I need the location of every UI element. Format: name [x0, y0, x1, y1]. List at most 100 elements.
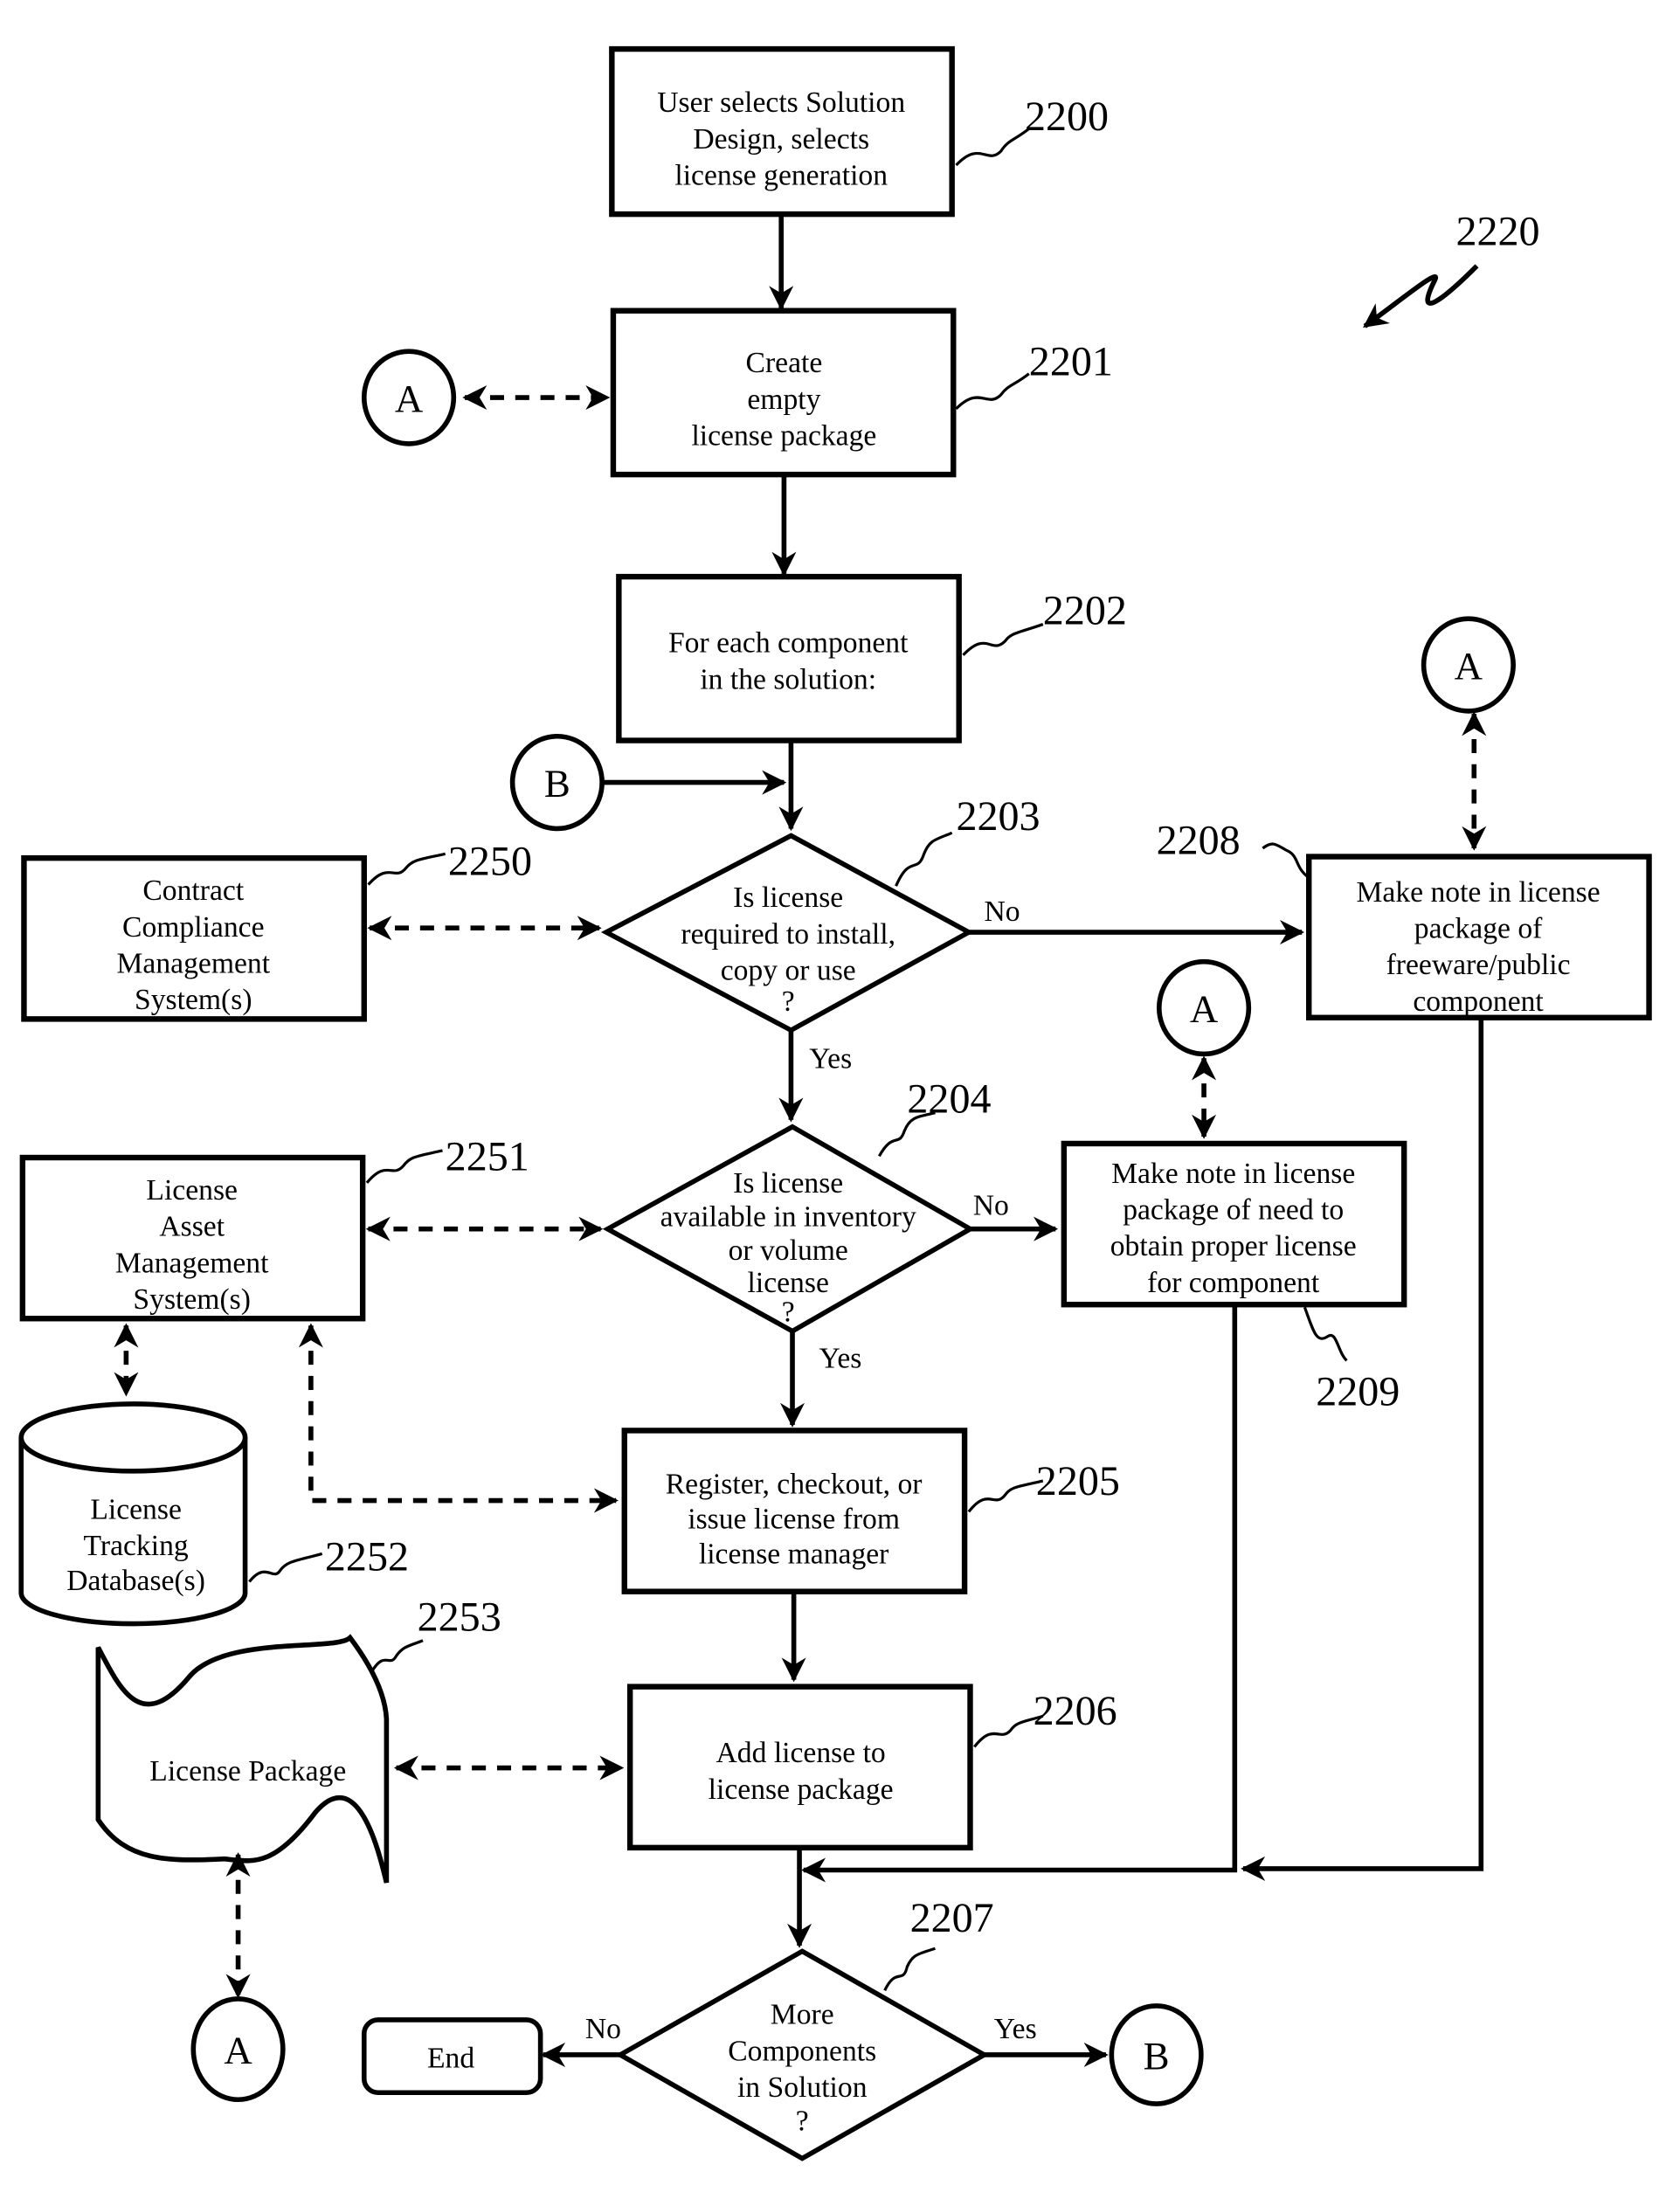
ref-2205: 2205: [1036, 1458, 1120, 1504]
ref-2252: 2252: [325, 1534, 409, 1580]
svg-text:for component: for component: [1147, 1267, 1320, 1299]
svg-text:component: component: [1413, 985, 1544, 1018]
svg-text:A: A: [395, 377, 424, 420]
svg-text:Make note in license: Make note in license: [1111, 1158, 1355, 1190]
svg-text:Management: Management: [117, 948, 271, 980]
svg-text:?: ?: [782, 1296, 795, 1328]
node-2207: More Components in Solution ?: [615, 1948, 990, 2161]
svg-text:Tracking: Tracking: [84, 1530, 189, 1562]
node-2208: Make note in license package of freeware…: [1306, 854, 1652, 1020]
svg-text:A: A: [1190, 987, 1219, 1031]
connector-a-top-right: A: [1421, 616, 1516, 714]
connector-a-top-left: A: [361, 349, 457, 446]
node-2209: Make note in license package of need to …: [1061, 1140, 1407, 1308]
svg-text:License: License: [146, 1174, 238, 1207]
edge-label-yes-2207: Yes: [994, 2013, 1037, 2045]
node-2205: Register, checkout, or issue license fro…: [621, 1428, 968, 1594]
ref-2206: 2206: [1034, 1688, 1117, 1734]
svg-text:Make note in license: Make note in license: [1356, 876, 1600, 909]
leader-2207: [883, 1947, 936, 1991]
node-2206: Add license to license package: [626, 1684, 973, 1851]
ref-2204: 2204: [907, 1076, 991, 1123]
svg-text:System(s): System(s): [135, 984, 252, 1016]
svg-text:A: A: [1455, 644, 1483, 688]
ref-2251: 2251: [446, 1133, 529, 1179]
svg-text:A: A: [224, 2029, 252, 2072]
connector-b-bottom: B: [1109, 2003, 1204, 2106]
ref-2201: 2201: [1029, 338, 1113, 384]
node-2250: Contract Compliance Management System(s): [21, 854, 367, 1022]
node-2202: For each component in the solution:: [616, 573, 962, 743]
svg-text:Is license: Is license: [733, 1167, 843, 1200]
ref-2250: 2250: [448, 838, 532, 884]
svg-text:package of: package of: [1414, 912, 1543, 944]
svg-text:empty: empty: [747, 384, 820, 416]
node-2200: User selects Solution Design, selects li…: [609, 45, 955, 218]
edge-2251-2205: [298, 1323, 619, 1513]
node-2204: Is license available in inventory or vol…: [602, 1124, 976, 1334]
svg-text:System(s): System(s): [133, 1283, 251, 1316]
node-2251: License Asset Management System(s): [19, 1154, 366, 1322]
svg-text:Design, selects: Design, selects: [693, 123, 869, 156]
leader-2251: [365, 1149, 443, 1184]
svg-text:For each component: For each component: [668, 627, 909, 660]
ref-2202: 2202: [1043, 588, 1127, 634]
svg-text:Database(s): Database(s): [66, 1565, 205, 1597]
leader-2203: [895, 831, 953, 887]
edge-label-yes-2203: Yes: [809, 1042, 852, 1075]
svg-text:in Solution: in Solution: [737, 2071, 868, 2104]
ref-2209: 2209: [1316, 1369, 1400, 1415]
svg-text:B: B: [544, 762, 570, 806]
leader-2208: [1262, 842, 1310, 879]
connector-a-bottom: A: [190, 1996, 286, 2103]
edge-label-yes-2204: Yes: [819, 1342, 861, 1374]
leader-2201: [955, 372, 1030, 410]
leader-2252: [248, 1552, 323, 1583]
leader-2202: [962, 623, 1044, 656]
svg-text:User selects Solution: User selects Solution: [657, 86, 905, 119]
svg-text:License Package: License Package: [149, 1755, 346, 1787]
svg-text:?: ?: [782, 985, 795, 1018]
leader-2250: [367, 852, 446, 886]
ref-2253: 2253: [418, 1594, 501, 1641]
node-2201: Create empty license package: [610, 308, 957, 478]
svg-text:B: B: [1144, 2034, 1170, 2078]
ref-2200: 2200: [1025, 93, 1109, 140]
svg-text:license package: license package: [691, 419, 876, 452]
svg-text:freeware/public: freeware/public: [1386, 949, 1571, 981]
leader-2209: [1303, 1306, 1348, 1362]
ref-2208: 2208: [1157, 817, 1241, 863]
svg-text:package of need to: package of need to: [1123, 1193, 1344, 1226]
svg-text:copy or use: copy or use: [721, 955, 856, 987]
figure-reference-arrow: [1363, 264, 1479, 328]
svg-text:Create: Create: [746, 347, 823, 379]
ref-2203: 2203: [956, 793, 1040, 840]
svg-text:issue license from: issue license from: [688, 1504, 900, 1536]
svg-text:Compliance: Compliance: [122, 911, 264, 944]
node-end: End: [361, 2017, 543, 2096]
svg-text:Components: Components: [728, 2035, 876, 2067]
leader-2205: [967, 1479, 1044, 1513]
svg-text:required to install,: required to install,: [681, 918, 895, 951]
svg-text:End: End: [427, 2042, 474, 2074]
svg-text:Add license to: Add license to: [716, 1737, 886, 1769]
svg-text:Asset: Asset: [159, 1211, 225, 1243]
connector-a-middle: A: [1156, 958, 1252, 1057]
edge-label-no-2207: No: [585, 2013, 621, 2045]
node-2252: License Tracking Database(s): [18, 1401, 248, 1627]
svg-text:Management: Management: [115, 1247, 269, 1279]
svg-text:obtain proper license: obtain proper license: [1110, 1230, 1357, 1262]
connector-b-top: B: [509, 733, 605, 832]
svg-text:or volume: or volume: [729, 1234, 848, 1267]
svg-text:license generation: license generation: [674, 159, 888, 191]
edge-label-no-2203: No: [985, 895, 1020, 928]
flowchart-diagram: 2220 User selects Solution Design, selec…: [18, 45, 1652, 2161]
figure-reference-label: 2220: [1455, 208, 1539, 254]
svg-text:Contract: Contract: [142, 875, 244, 907]
ref-2207: 2207: [910, 1895, 994, 1941]
svg-text:Register, checkout, or: Register, checkout, or: [666, 1469, 923, 1501]
svg-text:More: More: [771, 1999, 834, 2031]
svg-text:license: license: [748, 1267, 829, 1299]
svg-text:Is license: Is license: [733, 882, 843, 914]
leader-2253: [370, 1639, 424, 1674]
